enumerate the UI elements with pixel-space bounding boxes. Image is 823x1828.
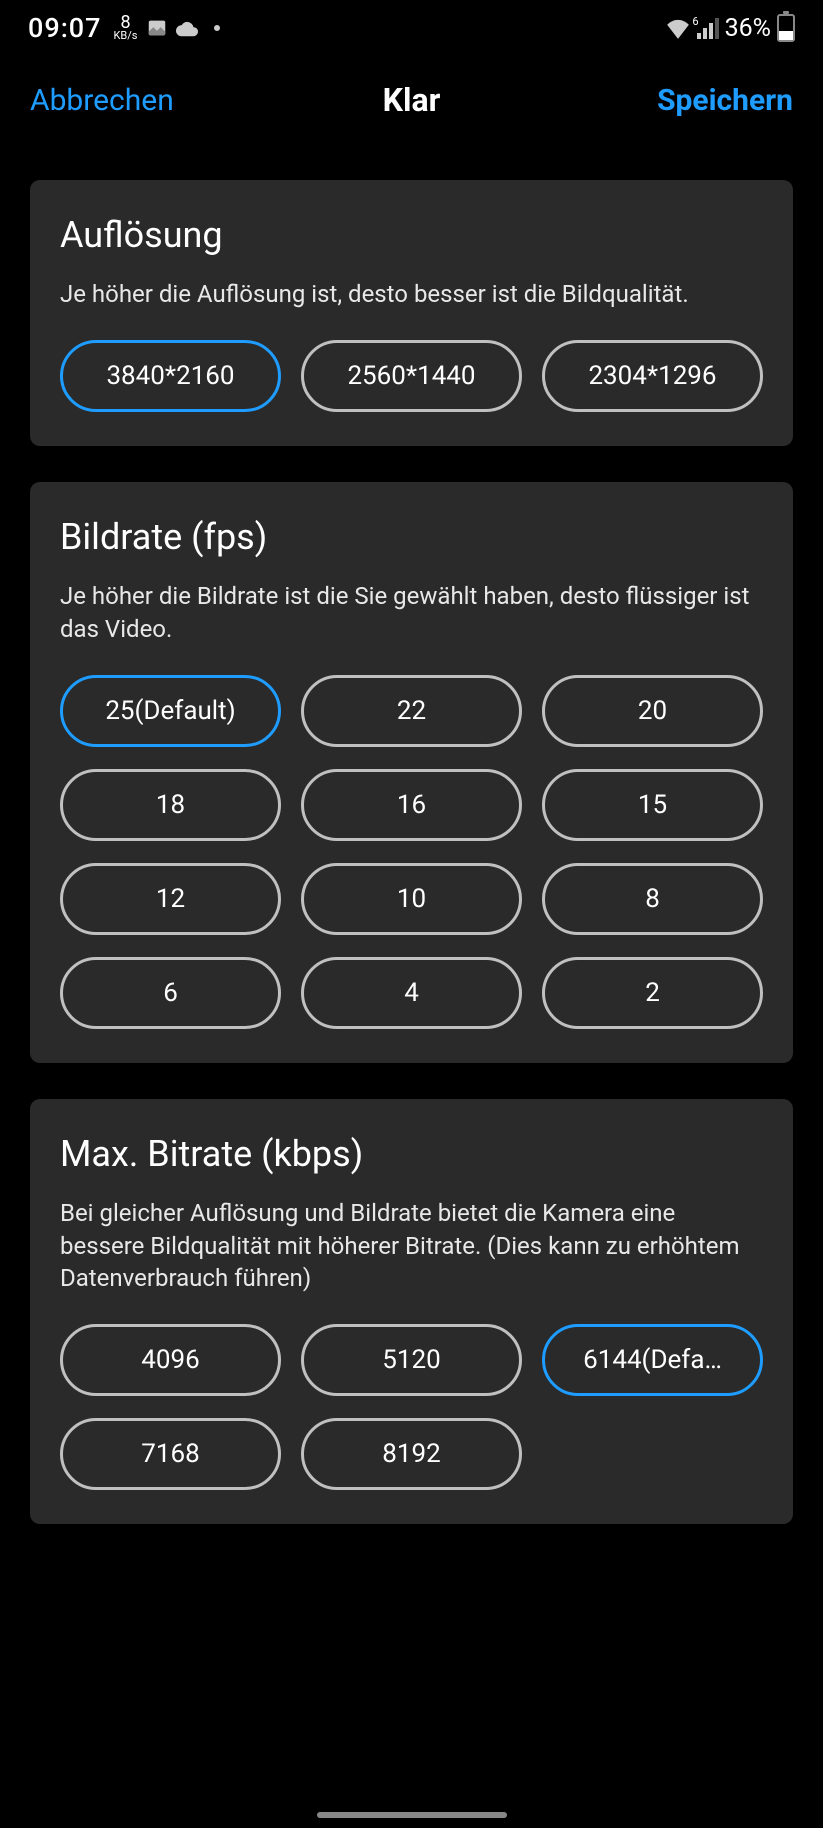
bitrate-options: 4096 5120 6144(Defa… 7168 8192 [60,1324,763,1490]
cancel-button[interactable]: Abbrechen [30,83,174,118]
framerate-title: Bildrate (fps) [60,516,763,558]
content: Auflösung Je höher die Auflösung ist, de… [0,144,823,1524]
framerate-option-3[interactable]: 18 [60,769,281,841]
framerate-option-11[interactable]: 2 [542,957,763,1029]
header: Abbrechen Klar Speichern [0,56,823,144]
bitrate-title: Max. Bitrate (kbps) [60,1133,763,1175]
more-icon [214,25,220,31]
bitrate-option-2[interactable]: 6144(Defa… [542,1324,763,1396]
signal-icon [697,17,719,39]
status-right: 6 36% [665,14,795,43]
status-bar: 09:07 8 KB/s 6 36% [0,0,823,56]
resolution-option-2[interactable]: 2304*1296 [542,340,763,412]
framerate-option-0[interactable]: 25(Default) [60,675,281,747]
resolution-option-1[interactable]: 2560*1440 [301,340,522,412]
bitrate-option-1[interactable]: 5120 [301,1324,522,1396]
framerate-option-5[interactable]: 15 [542,769,763,841]
bitrate-option-0[interactable]: 4096 [60,1324,281,1396]
resolution-title: Auflösung [60,214,763,256]
resolution-desc: Je höher die Auflösung ist, desto besser… [60,278,763,310]
framerate-option-6[interactable]: 12 [60,863,281,935]
network-speed: 8 KB/s [114,15,138,41]
cloud-icon [176,19,198,37]
framerate-desc: Je höher die Bildrate ist die Sie gewähl… [60,580,763,645]
framerate-option-4[interactable]: 16 [301,769,522,841]
framerate-option-10[interactable]: 4 [301,957,522,1029]
resolution-option-0[interactable]: 3840*2160 [60,340,281,412]
framerate-card: Bildrate (fps) Je höher die Bildrate ist… [30,482,793,1063]
framerate-option-1[interactable]: 22 [301,675,522,747]
bitrate-card: Max. Bitrate (kbps) Bei gleicher Auflösu… [30,1099,793,1524]
status-left: 09:07 8 KB/s [28,12,220,44]
bitrate-desc: Bei gleicher Auflösung und Bildrate biet… [60,1197,763,1294]
status-time: 09:07 [28,12,102,44]
save-button[interactable]: Speichern [657,83,793,118]
resolution-card: Auflösung Je höher die Auflösung ist, de… [30,180,793,446]
gesture-bar [317,1812,507,1818]
framerate-option-2[interactable]: 20 [542,675,763,747]
framerate-option-9[interactable]: 6 [60,957,281,1029]
battery-icon [777,14,795,42]
framerate-option-8[interactable]: 8 [542,863,763,935]
wifi-icon: 6 [665,17,691,39]
bitrate-option-4[interactable]: 8192 [301,1418,522,1490]
resolution-options: 3840*2160 2560*1440 2304*1296 [60,340,763,412]
framerate-option-7[interactable]: 10 [301,863,522,935]
framerate-options: 25(Default) 22 20 18 16 15 12 10 8 6 4 2 [60,675,763,1029]
bitrate-option-3[interactable]: 7168 [60,1418,281,1490]
page-title: Klar [383,81,441,119]
image-icon [146,17,168,39]
battery-percent: 36% [725,14,771,43]
